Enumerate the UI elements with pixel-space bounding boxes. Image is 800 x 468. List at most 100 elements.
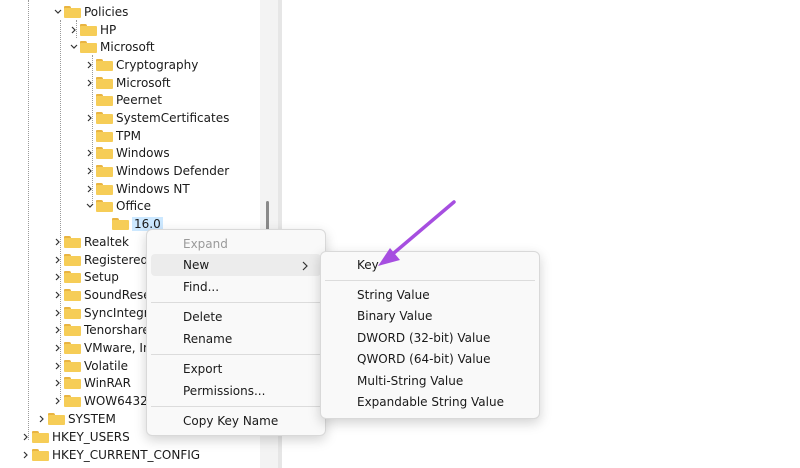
folder-icon (64, 288, 81, 301)
folder-icon (64, 394, 81, 407)
tree-item-label: Peernet (116, 92, 162, 107)
menu-item-expand[interactable]: Expand (151, 233, 321, 255)
menu-item-label: New (183, 258, 210, 272)
tree-item-registered[interactable]: RegisteredA (52, 251, 156, 268)
menu-item-delete[interactable]: Delete (151, 306, 321, 328)
submenu-item-binary-value[interactable]: Binary Value (325, 306, 535, 327)
tree-item-volatile[interactable]: Volatile (52, 357, 128, 374)
tree-item-label: TPM (116, 128, 141, 143)
chevron-right-icon[interactable] (68, 24, 80, 36)
chevron-right-icon[interactable] (52, 395, 64, 407)
chevron-right-icon[interactable] (20, 449, 32, 461)
tree-item-label: Realtek (84, 234, 129, 249)
tree-item-wow6432[interactable]: WOW6432N (52, 392, 157, 409)
chevron-right-icon[interactable] (84, 77, 96, 89)
folder-icon (64, 359, 81, 372)
submenu-item-multi-string[interactable]: Multi-String Value (325, 371, 535, 392)
tree-item-label: Cryptography (116, 57, 199, 72)
chevron-right-icon (301, 254, 309, 276)
tree-item-peernet[interactable]: Peernet (84, 91, 162, 108)
menu-item-label: Expand (183, 237, 228, 251)
chevron-down-icon[interactable] (52, 6, 64, 18)
menu-item-copy-key-name[interactable]: Copy Key Name (151, 410, 321, 432)
tree-item-policies[interactable]: Policies (52, 3, 128, 20)
tree-item-system[interactable]: SYSTEM (36, 410, 116, 427)
tree-item-soundresearch[interactable]: SoundRese (52, 286, 151, 303)
chevron-right-icon[interactable] (52, 360, 64, 372)
tree-item-windows-defender[interactable]: Windows Defender (84, 162, 229, 179)
folder-icon (64, 270, 81, 283)
chevron-right-icon[interactable] (52, 307, 64, 319)
chevron-right-icon[interactable] (84, 112, 96, 124)
submenu-item-qword[interactable]: QWORD (64-bit) Value (325, 349, 535, 370)
folder-icon (96, 182, 113, 195)
menu-item-rename[interactable]: Rename (151, 328, 321, 350)
folder-icon (96, 58, 113, 71)
folder-icon (96, 199, 113, 212)
tree-item-vmware[interactable]: VMware, In (52, 339, 151, 356)
folder-icon (96, 146, 113, 159)
chevron-right-icon[interactable] (84, 59, 96, 71)
submenu-item-expandable-string[interactable]: Expandable String Value (325, 392, 535, 413)
tree-item-microsoft[interactable]: Microsoft (68, 38, 155, 55)
chevron-right-icon[interactable] (52, 254, 64, 266)
tree-item-tenorshare[interactable]: Tenorshare (52, 321, 150, 338)
chevron-down-icon[interactable] (68, 41, 80, 53)
tree-guide (28, 0, 29, 440)
tree-item-label: Volatile (84, 358, 129, 373)
tree-item-cryptography[interactable]: Cryptography (84, 56, 198, 73)
chevron-right-icon[interactable] (52, 377, 64, 389)
submenu-item-string-value[interactable]: String Value (325, 285, 535, 306)
chevron-right-icon[interactable] (84, 165, 96, 177)
submenu-item-label: DWORD (32-bit) Value (357, 331, 491, 345)
tree-item-systemcertificates[interactable]: SystemCertificates (84, 109, 229, 126)
folder-icon (112, 217, 129, 230)
menu-item-label: Export (183, 362, 223, 376)
tree-item-setup[interactable]: Setup (52, 268, 119, 285)
tree-item-hkey-users[interactable]: HKEY_USERS (20, 428, 130, 445)
tree-item-windows[interactable]: Windows (84, 144, 170, 161)
tree-item-winrar[interactable]: WinRAR (52, 374, 131, 391)
tree-item-realtek[interactable]: Realtek (52, 233, 129, 250)
menu-item-new[interactable]: New (151, 254, 321, 276)
folder-icon (64, 306, 81, 319)
menu-item-label: Permissions... (183, 384, 266, 398)
chevron-down-icon[interactable] (84, 200, 96, 212)
menu-separator (151, 354, 321, 355)
menu-item-label: Rename (183, 332, 233, 346)
chevron-right-icon[interactable] (20, 431, 32, 443)
tree-item-hp[interactable]: HP (68, 21, 116, 38)
menu-item-permissions[interactable]: Permissions... (151, 380, 321, 402)
folder-icon (80, 40, 97, 53)
folder-icon (64, 341, 81, 354)
submenu-item-label: Binary Value (357, 309, 433, 323)
chevron-right-icon[interactable] (84, 183, 96, 195)
tree-item-label: Windows Defender (116, 163, 230, 178)
menu-item-export[interactable]: Export (151, 358, 321, 380)
folder-icon (64, 5, 81, 18)
folder-icon (96, 76, 113, 89)
menu-separator (151, 302, 321, 303)
chevron-right-icon[interactable] (52, 271, 64, 283)
tree-item-hkey-current-config[interactable]: HKEY_CURRENT_CONFIG (20, 446, 200, 463)
tree-item-label: HKEY_USERS (52, 429, 130, 444)
chevron-right-icon[interactable] (36, 413, 48, 425)
chevron-right-icon[interactable] (52, 342, 64, 354)
chevron-right-icon[interactable] (84, 147, 96, 159)
submenu-item-dword[interactable]: DWORD (32-bit) Value (325, 328, 535, 349)
tree-item-label: SoundRese (84, 287, 151, 302)
tree-item-tpm[interactable]: TPM (84, 127, 141, 144)
chevron-right-icon[interactable] (52, 289, 64, 301)
chevron-right-icon[interactable] (52, 324, 64, 336)
folder-icon (64, 323, 81, 336)
folder-icon (64, 235, 81, 248)
tree-item-office[interactable]: Office (84, 197, 151, 214)
tree-item-syncintegration[interactable]: SyncIntegra (52, 304, 156, 321)
menu-item-find[interactable]: Find... (151, 276, 321, 298)
tree-item-microsoft-child[interactable]: Microsoft (84, 74, 171, 91)
chevron-right-icon[interactable] (52, 236, 64, 248)
tree-item-windows-nt[interactable]: Windows NT (84, 180, 190, 197)
